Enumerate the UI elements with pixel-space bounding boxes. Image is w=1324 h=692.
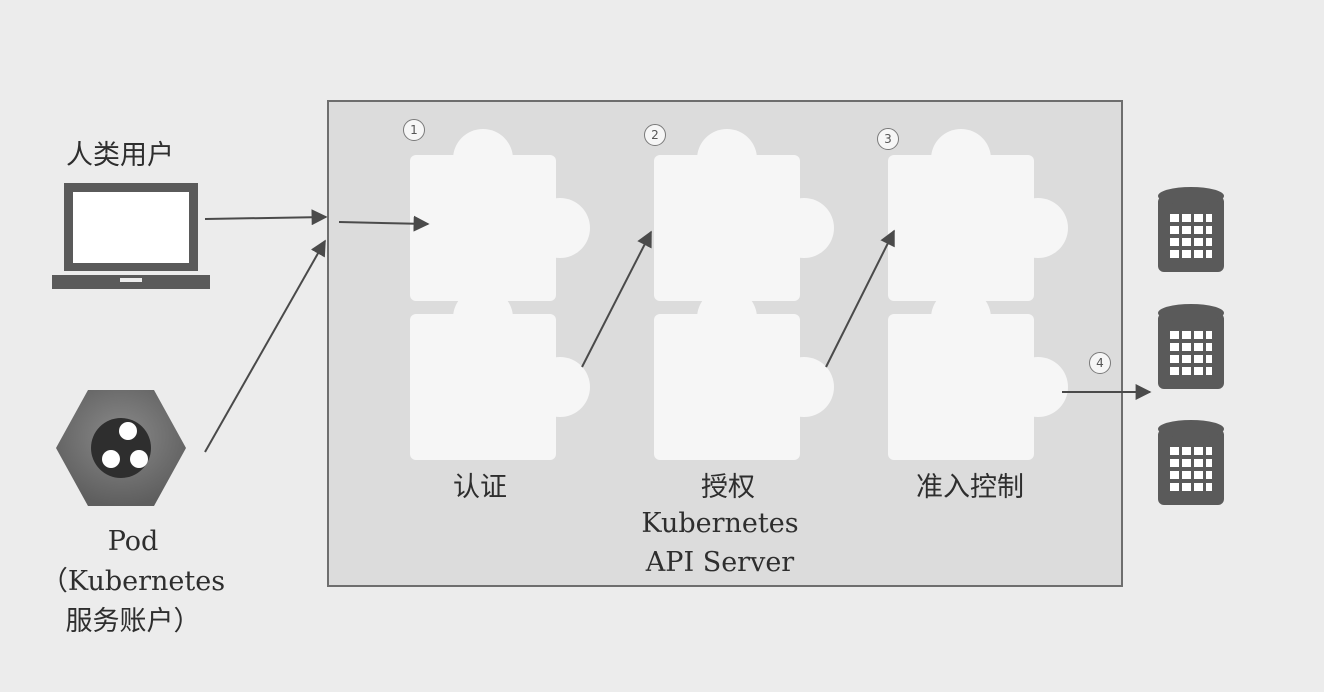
stage-authorization-label: 授权 <box>701 472 755 503</box>
server-title-line1: Kubernetes <box>641 508 799 539</box>
database-icon <box>1158 304 1224 389</box>
database-icon <box>1158 187 1224 272</box>
step-2-badge: 2 <box>644 124 666 146</box>
step-4-badge: 4 <box>1089 352 1111 374</box>
step-1-badge: 1 <box>403 119 425 141</box>
human-user-label: 人类用户 <box>66 140 174 171</box>
arrow-pod-to-server <box>204 239 326 453</box>
stage-authentication-label: 认证 <box>453 472 507 503</box>
pod-label-line2: （Kubernetes <box>40 566 226 597</box>
stage-admission-control-label: 准入控制 <box>916 472 1024 503</box>
pod-icon <box>56 390 186 506</box>
server-title-line2: API Server <box>645 547 795 578</box>
pod-label-line1: Pod <box>107 526 159 557</box>
laptop-icon <box>52 183 210 289</box>
pod-label-line3: 服务账户） <box>65 606 201 637</box>
arrow-user-to-server <box>204 209 328 226</box>
step-3-badge: 3 <box>877 128 899 150</box>
database-icon <box>1158 420 1224 505</box>
